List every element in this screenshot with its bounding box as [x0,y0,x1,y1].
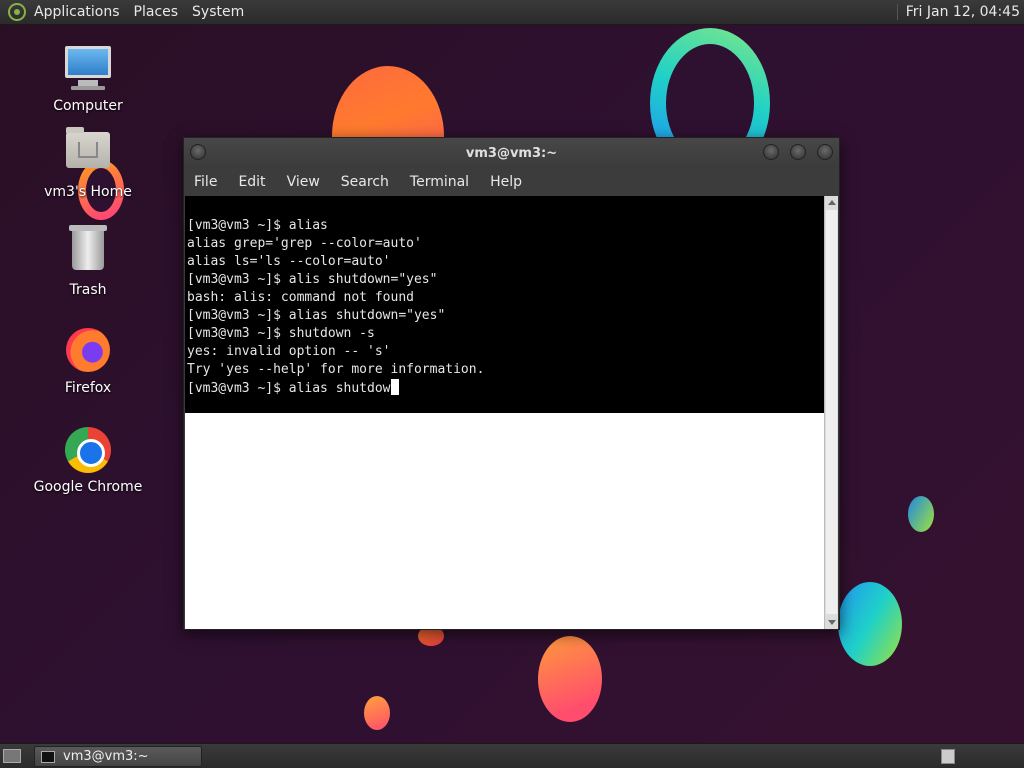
menu-edit[interactable]: Edit [238,174,265,190]
desktop-icon-chrome[interactable]: Google Chrome [28,426,148,495]
terminal-line: [vm3@vm3 ~]$ alias [187,218,328,233]
home-folder-icon [64,127,112,180]
terminal-current-input: [vm3@vm3 ~]$ alias shutdow [187,381,391,396]
desktop-icon-computer[interactable]: Computer [28,46,148,114]
scroll-down-icon[interactable] [828,620,836,625]
terminal-input-line[interactable]: [vm3@vm3 ~]$ alias shutdow [187,379,825,398]
top-panel: Applications Places System Fri Jan 12, 0… [0,0,1024,25]
wallpaper-blob [364,696,390,730]
terminal-line: Try 'yes --help' for more information. [187,362,485,377]
terminal-line: [vm3@vm3 ~]$ alias shutdown="yes" [187,308,446,323]
text-cursor [390,379,399,395]
taskbar-item-terminal[interactable]: vm3@vm3:~ [34,746,202,767]
terminal-menubar: File Edit View Search Terminal Help [184,168,839,196]
desktop-icon-label: vm3's Home [44,184,132,200]
clock[interactable]: Fri Jan 12, 04:45 [896,4,1020,20]
menu-help[interactable]: Help [490,174,522,190]
bottom-panel: vm3@vm3:~ [0,743,1024,768]
trash-icon [64,225,112,278]
menu-system[interactable]: System [192,4,244,20]
desktop-icon-home[interactable]: vm3's Home [28,126,148,200]
desktop-icon-label: Google Chrome [33,479,143,495]
minimize-button[interactable] [763,144,779,160]
wallpaper-blob [538,636,602,722]
wallpaper-blob [908,496,934,532]
scrollbar-trough[interactable] [826,210,837,614]
menu-terminal[interactable]: Terminal [410,174,469,190]
close-button[interactable] [817,144,833,160]
desktop-icon-firefox[interactable]: Firefox [28,326,148,396]
menu-applications[interactable]: Applications [34,4,120,20]
menu-places[interactable]: Places [134,4,179,20]
terminal-line: alias ls='ls --color=auto' [187,254,391,269]
terminal-line: bash: alis: command not found [187,290,414,305]
wallpaper-blob [838,582,902,666]
terminal-line: [vm3@vm3 ~]$ shutdown -s [187,326,375,341]
chrome-icon [64,427,112,475]
desktop-icon-label: Firefox [64,380,112,396]
distro-logo-icon[interactable] [8,3,26,21]
menu-file[interactable]: File [194,174,217,190]
window-menu-button[interactable] [190,144,206,160]
desktop-icon-label: Computer [53,98,123,114]
maximize-button[interactable] [790,144,806,160]
menu-search[interactable]: Search [341,174,389,190]
terminal-blank-area [185,413,825,629]
terminal-area[interactable]: [vm3@vm3 ~]$ alias alias grep='grep --col… [185,196,825,629]
firefox-icon [64,328,112,376]
desktop-icon-trash[interactable]: Trash [28,225,148,298]
terminal-scrollbar[interactable] [824,196,838,629]
terminal-output[interactable]: [vm3@vm3 ~]$ alias alias grep='grep --col… [185,196,825,413]
taskbar-item-label: vm3@vm3:~ [63,749,149,764]
show-desktop-icon[interactable] [3,749,21,763]
menu-view[interactable]: View [287,174,320,190]
terminal-window[interactable]: vm3@vm3:~ File Edit View Search Terminal… [183,137,840,630]
computer-icon [64,46,112,94]
window-titlebar[interactable]: vm3@vm3:~ [184,138,839,168]
desktop-icon-label: Trash [69,282,107,298]
terminal-line: yes: invalid option -- 's' [187,344,391,359]
terminal-line: alias grep='grep --color=auto' [187,236,422,251]
terminal-line: [vm3@vm3 ~]$ alis shutdown="yes" [187,272,438,287]
terminal-icon [41,750,55,763]
workspace-switcher[interactable] [941,749,955,764]
window-title: vm3@vm3:~ [465,145,558,161]
scroll-up-icon[interactable] [828,200,836,205]
